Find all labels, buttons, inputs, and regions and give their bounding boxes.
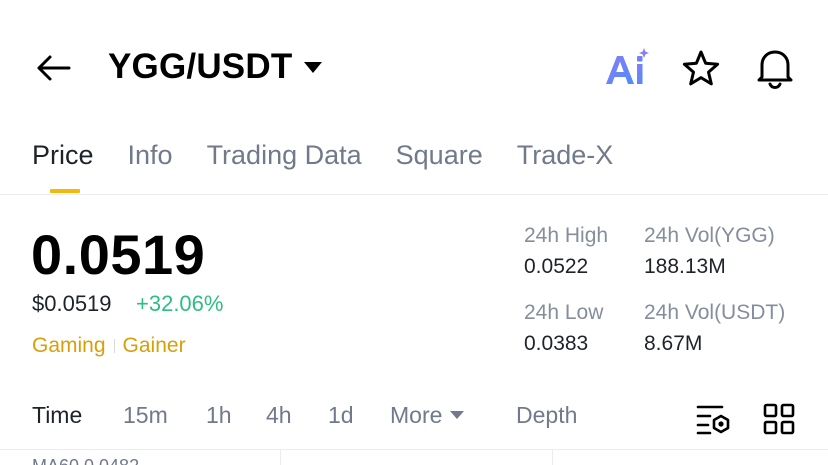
tag-list: Gaming Gainer bbox=[32, 334, 186, 358]
low-value: 0.0383 bbox=[524, 332, 589, 355]
timeframe-1h[interactable]: 1h bbox=[206, 402, 232, 429]
chart-settings-icon bbox=[696, 405, 730, 435]
vol-quote-value: 8.67M bbox=[644, 332, 703, 355]
vol-base-label: 24h Vol(YGG) bbox=[644, 224, 775, 247]
tag-gaming[interactable]: Gaming bbox=[32, 334, 106, 358]
chart-grid-line bbox=[552, 450, 553, 465]
tag-gainer[interactable]: Gainer bbox=[123, 334, 186, 358]
favorite-button[interactable] bbox=[680, 48, 722, 90]
usd-price: $0.0519 bbox=[32, 291, 112, 316]
caret-down-icon bbox=[450, 410, 465, 419]
indicator-settings-button[interactable] bbox=[696, 402, 732, 436]
tag-separator bbox=[113, 339, 115, 353]
timeframe-time[interactable]: Time bbox=[32, 402, 82, 429]
tab-bar: Price Info Trading Data Square Trade-X bbox=[32, 138, 647, 194]
bell-icon bbox=[757, 50, 793, 90]
tab-divider bbox=[0, 194, 828, 195]
price-change-percent: +32.06% bbox=[136, 291, 224, 316]
back-button[interactable] bbox=[30, 48, 76, 88]
pair-name: YGG/USDT bbox=[108, 47, 293, 86]
tab-square[interactable]: Square bbox=[396, 138, 483, 194]
chart-top-divider bbox=[0, 449, 828, 450]
vol-base-value: 188.13M bbox=[644, 255, 726, 278]
tab-label: Info bbox=[127, 140, 173, 170]
low-label: 24h Low bbox=[524, 301, 604, 324]
depth-tab[interactable]: Depth bbox=[516, 402, 577, 429]
high-value: 0.0522 bbox=[524, 255, 589, 278]
more-timeframes-button[interactable]: More bbox=[390, 402, 465, 429]
ma-indicator-text: MA60 0.0482 bbox=[32, 456, 139, 465]
last-price: 0.0519 bbox=[31, 223, 206, 286]
arrow-left-icon bbox=[37, 55, 71, 81]
caret-down-icon bbox=[304, 61, 323, 73]
active-tab-indicator bbox=[50, 189, 80, 193]
timeframe-1d[interactable]: 1d bbox=[328, 402, 354, 429]
layout-grid-button[interactable] bbox=[762, 402, 796, 436]
tab-price[interactable]: Price bbox=[32, 138, 94, 194]
tab-label: Trade-X bbox=[516, 140, 614, 170]
alert-button[interactable] bbox=[754, 46, 796, 90]
tab-info[interactable]: Info bbox=[128, 138, 173, 194]
high-label: 24h High bbox=[524, 224, 609, 247]
tab-label: Square bbox=[395, 140, 483, 170]
grid-icon bbox=[763, 403, 795, 435]
header: YGG/USDT bbox=[0, 0, 828, 130]
tab-trade-x[interactable]: Trade-X bbox=[517, 138, 614, 194]
star-outline-icon bbox=[682, 50, 720, 86]
ai-button[interactable] bbox=[602, 46, 652, 90]
more-label: More bbox=[390, 402, 443, 428]
tab-label: Price bbox=[32, 140, 94, 170]
tab-trading-data[interactable]: Trading Data bbox=[207, 138, 362, 194]
ai-sparkle-icon bbox=[606, 48, 649, 84]
vol-quote-label: 24h Vol(USDT) bbox=[644, 301, 786, 324]
chart-grid-line bbox=[280, 450, 281, 465]
timeframe-4h[interactable]: 4h bbox=[266, 402, 292, 429]
tab-label: Trading Data bbox=[206, 140, 362, 170]
pair-selector[interactable]: YGG/USDT bbox=[108, 47, 323, 87]
timeframe-15m[interactable]: 15m bbox=[123, 402, 168, 429]
